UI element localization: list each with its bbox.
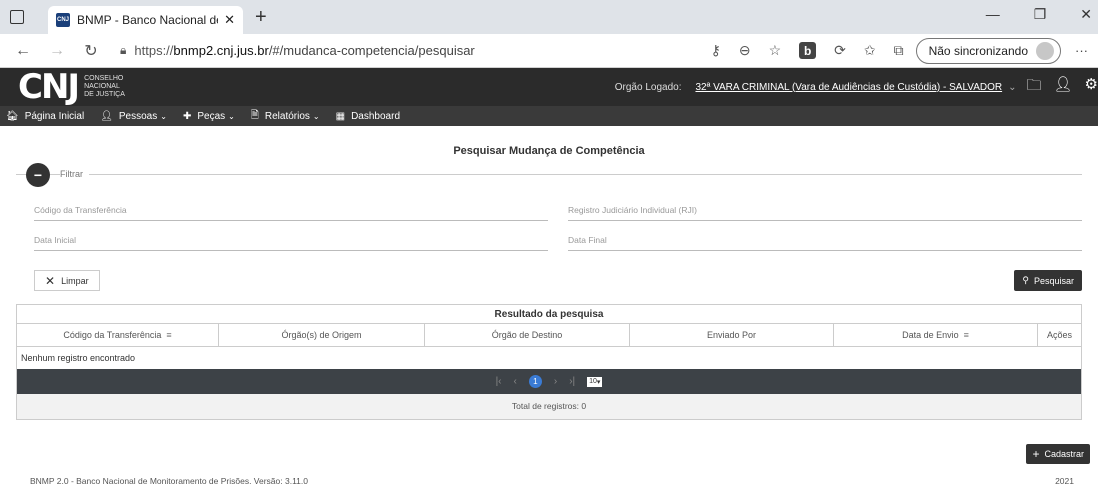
results-panel: Resultado da pesquisa Código da Transfer… [16, 304, 1082, 420]
app-header: CNJ CONSELHO NACIONAL DE JUSTIÇA Orgão L… [0, 68, 1098, 106]
sort-icon[interactable]: ≡ [964, 330, 969, 340]
extensions-icon[interactable]: ⟳ [834, 42, 846, 59]
url-prefix: https:// [134, 43, 174, 58]
document-icon: 🗎 [250, 109, 259, 121]
empty-message: Nenhum registro encontrado [21, 353, 136, 363]
total-records: Total de registros: 0 [17, 394, 1081, 419]
favorites-icon[interactable]: ✩ [864, 42, 876, 59]
sort-icon[interactable]: ≡ [166, 330, 171, 340]
dashboard-icon: ▦ [335, 110, 346, 122]
footer-year: 2021 [1055, 476, 1074, 486]
chevron-down-icon[interactable]: ⌄ [1008, 82, 1016, 93]
logo-subtitle: CONSELHO NACIONAL DE JUSTIÇA [84, 75, 125, 98]
zoom-icon[interactable]: ⊖ [739, 42, 751, 59]
page-title: Pesquisar Mudança de Competência [453, 145, 645, 157]
prev-page-icon[interactable]: ‹ [514, 376, 517, 387]
limpar-button[interactable]: ✕ Limpar [34, 270, 100, 291]
url-domain: bnmp2.cnj.jus.br [173, 43, 269, 58]
column-acoes: Ações [1046, 330, 1072, 340]
collections-icon[interactable]: ⧉ [894, 42, 904, 59]
forward-icon[interactable]: → [44, 42, 70, 60]
close-icon: ✕ [45, 273, 56, 288]
lock-icon: 🔒︎ [120, 43, 127, 57]
browser-tab[interactable]: CNJ BNMP - Banco Nacional de Man ✕ [48, 6, 243, 34]
collapse-filter-button[interactable]: − [26, 163, 50, 187]
restore-icon[interactable]: ❐ [1034, 6, 1047, 23]
chevron-down-icon: ⌄ [312, 111, 320, 121]
address-bar: ← → ↻ 🔒︎ https://bnmp2.cnj.jus.br/#/muda… [0, 34, 1098, 68]
last-page-icon[interactable]: ›| [569, 376, 575, 387]
column-codigo[interactable]: Código da Transferência ≡ [17, 324, 219, 346]
window-controls: — ❐ ✕ [986, 6, 1092, 23]
close-tab-icon[interactable]: ✕ [224, 12, 235, 28]
cadastrar-button[interactable]: + Cadastrar [1026, 444, 1090, 464]
results-table-header: Código da Transferência ≡ Órgão(s) de Ori… [17, 324, 1081, 347]
sync-label: Não sincronizando [928, 43, 1028, 58]
refresh-icon[interactable]: ↻ [78, 41, 104, 61]
column-data-envio[interactable]: Data de Envio ≡ [834, 324, 1038, 346]
tab-title: BNMP - Banco Nacional de Man [77, 13, 218, 27]
footer: BNMP 2.0 - Banco Nacional de Monitoramen… [30, 476, 1074, 486]
bing-icon[interactable]: b [799, 42, 817, 59]
address-icons: ⚷ ⊖ ☆ b ⟳ ✩ ⧉ [711, 42, 904, 59]
footer-version: BNMP 2.0 - Banco Nacional de Monitoramen… [30, 476, 308, 486]
back-icon[interactable]: ← [10, 42, 36, 60]
search-icon: ⚲ [1022, 275, 1029, 285]
url-path: /#/mudanca-competencia/pesquisar [268, 43, 475, 58]
next-page-icon[interactable]: › [554, 376, 557, 387]
sync-button[interactable]: Não sincronizando [915, 37, 1061, 64]
puzzle-icon: ✚ [182, 110, 192, 122]
gear-icon[interactable]: ⚙ [1085, 75, 1098, 100]
plus-icon: + [1032, 447, 1040, 461]
orgao-label: Orgão Logado: [614, 81, 682, 93]
paginator: |‹ ‹ 1 › ›| 10 ▾ [17, 369, 1081, 394]
chevron-down-icon: ⌄ [160, 111, 167, 121]
user-icon[interactable]: 👤︎ [1054, 75, 1073, 100]
menu-relatorios[interactable]: 🗎 Relatórios ⌄ [251, 108, 320, 125]
cnj-logo[interactable]: CNJ [18, 70, 80, 104]
filter-panel: − Filtrar Código da Transferência Regist… [16, 163, 1082, 304]
more-icon[interactable]: ··· [1075, 43, 1088, 58]
menu-pecas[interactable]: ✚ Peças ⌄ [183, 111, 235, 122]
home-icon: 🏠︎ [6, 110, 19, 122]
page-size-select[interactable]: 10 ▾ [587, 376, 603, 387]
menu-pagina-inicial[interactable]: 🏠︎ Página Inicial [6, 111, 84, 122]
minimize-icon[interactable]: — [986, 6, 1000, 23]
close-window-icon[interactable]: ✕ [1080, 6, 1092, 23]
data-inicial-field[interactable]: Data Inicial [34, 235, 548, 251]
codigo-transferencia-field[interactable]: Código da Transferência [34, 205, 548, 221]
folder-icon[interactable]: 🗀 [1026, 75, 1041, 100]
new-tab-icon[interactable]: + [255, 6, 267, 29]
profile-avatar [1036, 41, 1054, 60]
results-title: Resultado da pesquisa [17, 305, 1081, 324]
menu-dashboard[interactable]: ▦ Dashboard [336, 111, 400, 122]
person-icon: 👤︎ [100, 110, 113, 122]
column-origem: Órgão(s) de Origem [219, 324, 425, 346]
favorite-add-icon[interactable]: ☆ [769, 42, 782, 59]
orgao-selector: Orgão Logado: 32ª VARA CRIMINAL (Vara de… [615, 82, 1027, 93]
pesquisar-button[interactable]: ⚲ Pesquisar [1014, 270, 1082, 291]
filter-label: Filtrar [60, 169, 89, 179]
chevron-down-icon: ⌄ [228, 111, 235, 121]
menu-pessoas[interactable]: 👤︎ Pessoas ⌄ [100, 111, 167, 122]
orgao-value[interactable]: 32ª VARA CRIMINAL (Vara de Audiências de… [695, 82, 1002, 93]
column-enviado-por: Enviado Por [630, 324, 834, 346]
current-page[interactable]: 1 [528, 375, 542, 388]
data-final-field[interactable]: Data Final [568, 235, 1082, 251]
main-menu: 🏠︎ Página Inicial 👤︎ Pessoas ⌄ ✚ Peças ⌄… [0, 106, 1098, 126]
first-page-icon[interactable]: |‹ [496, 376, 502, 387]
header-icons: 🗀 👤︎ ⚙ [1026, 75, 1098, 100]
url-field[interactable]: 🔒︎ https://bnmp2.cnj.jus.br/#/mudanca-co… [120, 43, 711, 58]
tab-actions-icon[interactable] [10, 10, 24, 24]
favicon-icon: CNJ [56, 13, 70, 27]
rji-field[interactable]: Registro Judiciário Individual (RJI) [568, 205, 1082, 221]
column-destino: Órgão de Destino [425, 324, 630, 346]
key-icon[interactable]: ⚷ [711, 42, 721, 59]
browser-tabbar: CNJ BNMP - Banco Nacional de Man ✕ + — ❐… [0, 0, 1098, 34]
